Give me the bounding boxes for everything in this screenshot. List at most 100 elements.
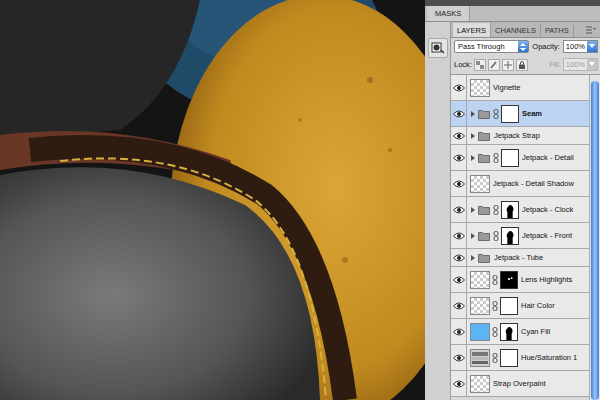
layer-mask-thumbnail[interactable] (501, 149, 519, 167)
layer-mask-thumbnail[interactable] (501, 227, 519, 245)
visibility-toggle[interactable] (451, 319, 467, 344)
lock-all-icon[interactable] (516, 59, 528, 71)
opacity-field[interactable]: 100% (563, 40, 598, 53)
layer-row[interactable]: Strap Overpaint (451, 371, 589, 397)
folder-icon (478, 231, 490, 241)
layer-row[interactable]: Lens Highlights (451, 267, 589, 293)
panel-menu-icon[interactable] (586, 26, 596, 34)
layer-name: Jetpack - Clock (519, 205, 589, 214)
layer-row[interactable]: Hue/Saturation 1 (451, 345, 589, 371)
eye-icon (453, 84, 465, 92)
expand-arrow-icon[interactable] (471, 207, 475, 213)
chain-link-icon[interactable] (492, 301, 498, 311)
panel-tab[interactable]: PATHS (541, 23, 574, 37)
fill-thumbnail (470, 323, 490, 341)
visibility-toggle[interactable] (451, 267, 467, 292)
layer-mask-thumbnail[interactable] (501, 105, 519, 123)
expand-arrow-icon[interactable] (471, 255, 475, 261)
visibility-toggle[interactable] (451, 371, 467, 396)
lock-transparency-icon[interactable] (474, 59, 486, 71)
expand-arrow-icon[interactable] (471, 133, 475, 139)
visibility-toggle[interactable] (451, 249, 467, 266)
chain-link-icon[interactable] (493, 205, 499, 215)
lock-label: Lock: (454, 60, 472, 69)
scrollbar-thumb[interactable] (591, 81, 599, 400)
masks-panel-icon[interactable] (428, 38, 448, 58)
masks-tab[interactable]: MASKS (427, 6, 470, 21)
layer-row[interactable]: Jetpack Strap (451, 127, 589, 145)
folder-icon (478, 131, 490, 141)
eye-icon (453, 232, 465, 240)
fill-field[interactable]: 100% (563, 58, 598, 71)
chain-link-icon[interactable] (493, 153, 499, 163)
eye-icon (453, 380, 465, 388)
folder-icon (478, 205, 490, 215)
eye-icon (453, 132, 465, 140)
layer-name: Seam (519, 109, 589, 118)
dropdown-arrow-icon (587, 41, 597, 52)
chain-link-icon[interactable] (492, 275, 498, 285)
visibility-toggle[interactable] (451, 293, 467, 318)
chain-link-icon[interactable] (492, 327, 498, 337)
chain-link-icon[interactable] (492, 353, 498, 363)
eye-icon (453, 180, 465, 188)
layer-mask-thumbnail[interactable] (500, 349, 518, 367)
masks-tab-bar: MASKS (425, 6, 600, 22)
layer-row[interactable]: Jetpack - Tube (451, 249, 589, 267)
layer-row[interactable]: Jetpack - Detail Shadow (451, 171, 589, 197)
visibility-toggle[interactable] (451, 197, 467, 222)
expand-arrow-icon[interactable] (471, 233, 475, 239)
dropdown-arrow-icon (587, 59, 597, 70)
layer-name: Jetpack - Front (519, 231, 589, 240)
layer-row[interactable]: Jetpack - Front (451, 223, 589, 249)
layer-name: Jetpack Strap (491, 131, 589, 140)
lock-brush-icon[interactable] (488, 59, 500, 71)
panel-tab[interactable]: CHANNELS (491, 23, 541, 37)
eye-icon (453, 206, 465, 214)
artwork-image (0, 0, 425, 400)
layer-mask-thumbnail[interactable] (500, 323, 518, 341)
layer-thumbnail (470, 375, 490, 393)
visibility-toggle[interactable] (451, 145, 467, 170)
expand-arrow-icon[interactable] (471, 111, 475, 117)
folder-icon (478, 153, 490, 163)
folder-icon (478, 109, 490, 119)
visibility-toggle[interactable] (451, 75, 467, 100)
visibility-toggle[interactable] (451, 171, 467, 196)
layer-name: Lens Highlights (518, 275, 589, 284)
visibility-toggle[interactable] (451, 127, 467, 144)
layers-panel: LAYERSCHANNELSPATHSPass ThroughOpacity:1… (451, 22, 600, 400)
fill-label: Fill: (549, 60, 561, 69)
visibility-toggle[interactable] (451, 223, 467, 248)
visibility-toggle[interactable] (451, 101, 467, 126)
layer-row[interactable]: Vignette (451, 75, 589, 101)
layer-row[interactable]: Hair Color (451, 293, 589, 319)
panel-tab-bar: LAYERSCHANNELSPATHS (451, 22, 600, 38)
blend-mode-dropdown[interactable]: Pass Through (454, 40, 529, 53)
chain-link-icon[interactable] (493, 231, 499, 241)
layer-row[interactable]: Jetpack - Detail (451, 145, 589, 171)
layer-thumbnail (470, 175, 490, 193)
layer-row[interactable]: Cyan Fill (451, 319, 589, 345)
lock-move-icon[interactable] (502, 59, 514, 71)
layer-row[interactable]: Seam (451, 101, 589, 127)
dropdown-arrows-icon (518, 41, 528, 52)
eye-icon (453, 276, 465, 284)
layer-mask-thumbnail[interactable] (501, 201, 519, 219)
blend-row: Pass ThroughOpacity:100% (451, 38, 600, 55)
side-panel-dock: MASKSLAYERSCHANNELSPATHSPass ThroughOpac… (425, 0, 600, 400)
panel-tab[interactable]: LAYERS (453, 23, 491, 37)
layer-thumbnail (470, 271, 490, 289)
layer-row[interactable]: Jetpack - Clock (451, 197, 589, 223)
visibility-toggle[interactable] (451, 345, 467, 370)
layer-mask-thumbnail[interactable] (500, 271, 518, 289)
opacity-label: Opacity: (532, 42, 560, 51)
collapsed-panel-strip (425, 22, 451, 400)
layer-name: Hue/Saturation 1 (518, 353, 589, 362)
chain-link-icon[interactable] (493, 109, 499, 119)
layer-thumbnail (470, 79, 490, 97)
layer-mask-thumbnail[interactable] (500, 297, 518, 315)
expand-arrow-icon[interactable] (471, 155, 475, 161)
layer-thumbnail (470, 297, 490, 315)
scrollbar[interactable] (589, 75, 600, 400)
